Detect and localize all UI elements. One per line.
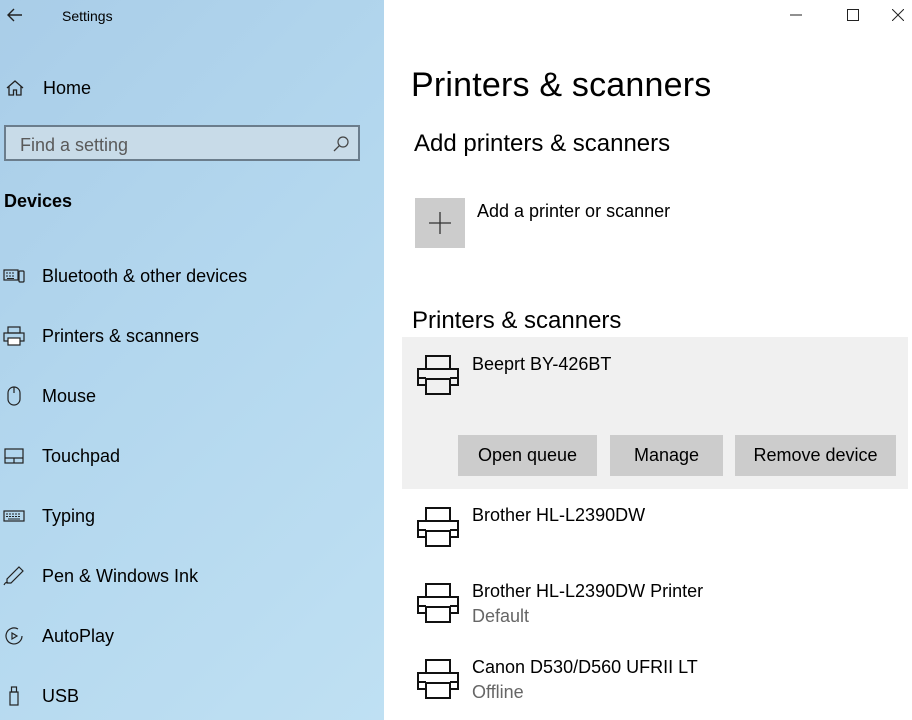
home-label: Home — [43, 77, 92, 98]
maximize-icon — [847, 9, 859, 21]
printer-item[interactable]: Brother HL-L2390DW — [402, 500, 912, 560]
sidebar: Settings Home Find a setting Devices Blu… — [0, 0, 384, 720]
mouse-icon — [7, 386, 21, 406]
home-icon — [6, 80, 24, 96]
printer-name: Brother HL-L2390DW Printer — [472, 581, 704, 601]
sidebar-item-pen[interactable]: Pen & Windows Ink — [0, 559, 384, 593]
sidebar-item-autoplay[interactable]: AutoPlay — [0, 619, 384, 653]
touchpad-icon — [4, 448, 24, 464]
plus-icon — [429, 212, 451, 234]
sidebar-item-label: Touchpad — [42, 445, 121, 466]
bluetooth-devices-icon — [3, 269, 25, 283]
minimize-button[interactable] — [773, 0, 819, 30]
sidebar-item-label: Printers & scanners — [42, 325, 200, 346]
sidebar-item-printers[interactable]: Printers & scanners — [0, 319, 384, 353]
minimize-icon — [790, 14, 802, 16]
sidebar-item-typing[interactable]: Typing — [0, 499, 384, 533]
printer-status: Offline — [472, 682, 524, 702]
pen-icon — [3, 566, 24, 586]
printer-icon — [417, 583, 459, 623]
printer-item[interactable]: Canon D530/D560 UFRII LT Offline — [402, 652, 912, 712]
printer-icon — [417, 355, 459, 395]
add-printer-button[interactable] — [415, 198, 465, 248]
printer-item[interactable]: Brother HL-L2390DW Printer Default — [402, 576, 912, 636]
search-placeholder: Find a setting — [20, 135, 129, 155]
manage-button[interactable]: Manage — [610, 435, 723, 476]
close-icon — [892, 9, 904, 21]
sidebar-item-label: AutoPlay — [42, 625, 115, 646]
search-input[interactable]: Find a setting — [4, 125, 360, 161]
keyboard-icon — [3, 510, 25, 522]
autoplay-icon — [5, 627, 23, 645]
printer-icon — [3, 326, 25, 346]
sidebar-item-label: Bluetooth & other devices — [42, 265, 248, 286]
sidebar-item-mouse[interactable]: Mouse — [0, 379, 384, 413]
main-panel: Printers & scanners Add printers & scann… — [384, 0, 912, 720]
sidebar-item-touchpad[interactable]: Touchpad — [0, 439, 384, 473]
printer-status: Default — [472, 606, 530, 626]
add-printer-label[interactable]: Add a printer or scanner — [477, 201, 670, 222]
usb-icon — [9, 686, 19, 706]
app-title: Settings — [62, 8, 113, 24]
sidebar-item-bluetooth[interactable]: Bluetooth & other devices — [0, 259, 384, 293]
home-nav[interactable]: Home — [4, 72, 204, 104]
sidebar-item-label: Typing — [42, 505, 96, 526]
section-title: Devices — [4, 191, 73, 211]
open-queue-button[interactable]: Open queue — [458, 435, 597, 476]
sidebar-item-label: USB — [42, 685, 80, 706]
printer-icon — [417, 507, 459, 547]
printer-name: Canon D530/D560 UFRII LT — [472, 657, 698, 677]
printers-list-title: Printers & scanners — [412, 307, 622, 334]
sidebar-item-usb[interactable]: USB — [0, 679, 384, 713]
back-arrow-icon — [7, 8, 22, 22]
page-title: Printers & scanners — [411, 66, 712, 104]
maximize-button[interactable] — [830, 0, 876, 30]
printer-item-selected[interactable]: Beeprt BY-426BT Open queue Manage Remove… — [402, 337, 908, 489]
remove-device-button[interactable]: Remove device — [735, 435, 896, 476]
sidebar-item-label: Mouse — [42, 385, 97, 406]
search-icon — [333, 136, 349, 152]
printer-name: Brother HL-L2390DW — [472, 505, 646, 525]
close-button[interactable] — [884, 0, 912, 30]
add-section-title: Add printers & scanners — [414, 130, 671, 157]
back-button[interactable] — [4, 4, 26, 26]
printer-icon — [417, 659, 459, 699]
printer-name: Beeprt BY-426BT — [472, 354, 612, 374]
sidebar-item-label: Pen & Windows Ink — [42, 565, 199, 586]
